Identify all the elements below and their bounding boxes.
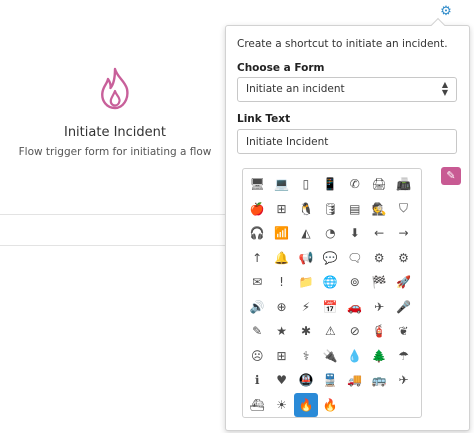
bus-icon[interactable]: 🚌 bbox=[367, 368, 391, 393]
icon-picker: 🖥 💻 ▯ 📱 ✆ 🖨 📠 🍎 ⊞ 🐧 🛢 ▤ 🕵 ⛉ 🎧 📶 ◭ ◔ ⬇ ← → ↑ 🔔 📢 💬 🗨 ⚙ ⚙ ✉! 📁 🌐 ⊚ 🏁 🚀 🔊 ⊕ ⚡ 📅 🚗… bbox=[242, 168, 422, 418]
user-md-icon[interactable]: ⚕ bbox=[294, 344, 318, 369]
fire-extinguisher-icon[interactable]: 🧯 bbox=[367, 319, 391, 344]
arrow-left-icon[interactable]: ← bbox=[367, 221, 391, 246]
server-icon[interactable]: ▤ bbox=[343, 197, 367, 222]
link-text-input[interactable] bbox=[237, 129, 457, 154]
umbrella-icon[interactable]: ☂ bbox=[391, 344, 415, 369]
envelope-icon[interactable]: ✉ bbox=[245, 270, 269, 295]
popover-intro: Create a shortcut to initiate an inciden… bbox=[237, 38, 448, 50]
dashboard-icon[interactable]: ◔ bbox=[318, 221, 342, 246]
card-description: Flow trigger form for initiating a flow bbox=[18, 146, 212, 158]
link-text-label: Link Text bbox=[237, 113, 291, 125]
shield-icon[interactable]: ⛉ bbox=[391, 197, 415, 222]
tablet-icon[interactable]: ▯ bbox=[294, 172, 318, 197]
list-divider bbox=[0, 214, 225, 246]
select-caret-icon: ▲ ▼ bbox=[441, 80, 448, 97]
user-secret-icon[interactable]: 🕵 bbox=[367, 197, 391, 222]
car-icon[interactable]: 🚗 bbox=[343, 295, 367, 320]
gear-icon[interactable]: ⚙ bbox=[439, 5, 453, 19]
comments-icon[interactable]: 🗨 bbox=[343, 246, 367, 271]
desktop-icon[interactable]: 🖥 bbox=[245, 172, 269, 197]
rocket-icon[interactable]: 🚀 bbox=[391, 270, 415, 295]
warning-icon[interactable]: ⚠ bbox=[318, 319, 342, 344]
cog-icon[interactable]: ⚙ bbox=[367, 246, 391, 271]
calendar-icon[interactable]: 📅 bbox=[318, 295, 342, 320]
comment-icon[interactable]: 💬 bbox=[318, 246, 342, 271]
life-ring-icon[interactable]: ⊚ bbox=[343, 270, 367, 295]
fire-small-icon[interactable]: 🔥 bbox=[318, 393, 342, 418]
mobile-icon[interactable]: 📱 bbox=[318, 172, 342, 197]
paper-plane-icon[interactable]: ✈ bbox=[367, 295, 391, 320]
globe-icon[interactable]: 🌐 bbox=[318, 270, 342, 295]
subway-icon[interactable]: 🚇 bbox=[294, 368, 318, 393]
medkit-icon[interactable]: ⊕ bbox=[269, 295, 293, 320]
shortcut-popover: Create a shortcut to initiate an inciden… bbox=[225, 17, 470, 431]
form-label: Choose a Form bbox=[237, 62, 325, 74]
microphone-icon[interactable]: 🎤 bbox=[391, 295, 415, 320]
star-icon[interactable]: ★ bbox=[269, 319, 293, 344]
cogs-icon[interactable]: ⚙ bbox=[391, 246, 415, 271]
frown-icon[interactable]: ☹ bbox=[245, 344, 269, 369]
pen-button[interactable]: ✎ bbox=[441, 167, 461, 185]
page: Initiate Incident Flow trigger form for … bbox=[0, 0, 474, 433]
headphones-icon[interactable]: 🎧 bbox=[245, 221, 269, 246]
popover-arrow bbox=[430, 17, 446, 33]
info-icon[interactable]: ℹ bbox=[245, 368, 269, 393]
truck-icon[interactable]: 🚚 bbox=[343, 368, 367, 393]
exclamation-icon[interactable]: ! bbox=[269, 270, 293, 295]
sun-icon[interactable]: ☀ bbox=[269, 393, 293, 418]
card-title: Initiate Incident bbox=[63, 125, 166, 140]
print-icon[interactable]: 🖨 bbox=[367, 172, 391, 197]
laptop-icon[interactable]: 💻 bbox=[269, 172, 293, 197]
heartbeat-icon[interactable]: ♥ bbox=[269, 368, 293, 393]
volume-up-icon[interactable]: 🔊 bbox=[245, 295, 269, 320]
folder-icon[interactable]: 📁 bbox=[294, 270, 318, 295]
apple-icon[interactable]: 🍎 bbox=[245, 197, 269, 222]
download-icon[interactable]: ⬇ bbox=[343, 221, 367, 246]
linux-icon[interactable]: 🐧 bbox=[294, 197, 318, 222]
windows-icon[interactable]: ⊞ bbox=[269, 197, 293, 222]
bolt-icon[interactable]: ⚡ bbox=[294, 295, 318, 320]
area-chart-icon[interactable]: ◭ bbox=[294, 221, 318, 246]
fax-icon[interactable]: 📠 bbox=[391, 172, 415, 197]
ship-icon[interactable]: ⛴ bbox=[245, 393, 269, 418]
phone-icon[interactable]: ✆ bbox=[343, 172, 367, 197]
flag-checkered-icon[interactable]: 🏁 bbox=[367, 270, 391, 295]
flow-card[interactable]: Initiate Incident Flow trigger form for … bbox=[0, 55, 230, 158]
pencil-icon[interactable]: ✎ bbox=[245, 319, 269, 344]
fire-icon[interactable]: 🔥 bbox=[293, 392, 319, 417]
form-select-value: Initiate an incident bbox=[246, 83, 345, 95]
bell-icon[interactable]: 🔔 bbox=[269, 246, 293, 271]
form-select[interactable]: Initiate an incident ▲ ▼ bbox=[237, 77, 457, 102]
plane-icon[interactable]: ✈ bbox=[391, 368, 415, 393]
arrow-right-icon[interactable]: → bbox=[391, 221, 415, 246]
compass-icon[interactable]: ⊘ bbox=[343, 319, 367, 344]
first-aid-icon[interactable]: ⊞ bbox=[269, 344, 293, 369]
arrow-up-icon[interactable]: ↑ bbox=[245, 246, 269, 271]
pen-icon: ✎ bbox=[446, 169, 456, 182]
icon-grid: 🖥 💻 ▯ 📱 ✆ 🖨 📠 🍎 ⊞ 🐧 🛢 ▤ 🕵 ⛉ 🎧 📶 ◭ ◔ ⬇ ← → ↑ 🔔 📢 💬 🗨 ⚙ ⚙ ✉! 📁 🌐 ⊚ 🏁 🚀 🔊 ⊕ ⚡ 📅 🚗… bbox=[245, 172, 416, 417]
asterisk-icon[interactable]: ✱ bbox=[294, 319, 318, 344]
tree-icon[interactable]: 🌲 bbox=[367, 344, 391, 369]
signal-icon[interactable]: 📶 bbox=[269, 221, 293, 246]
bullhorn-icon[interactable]: 📢 bbox=[294, 246, 318, 271]
train-icon[interactable]: 🚆 bbox=[318, 368, 342, 393]
leaf-icon[interactable]: ❦ bbox=[391, 319, 415, 344]
database-icon[interactable]: 🛢 bbox=[318, 197, 342, 222]
tint-icon[interactable]: 💧 bbox=[343, 344, 367, 369]
fire-icon bbox=[101, 67, 129, 110]
plug-icon[interactable]: 🔌 bbox=[318, 344, 342, 369]
